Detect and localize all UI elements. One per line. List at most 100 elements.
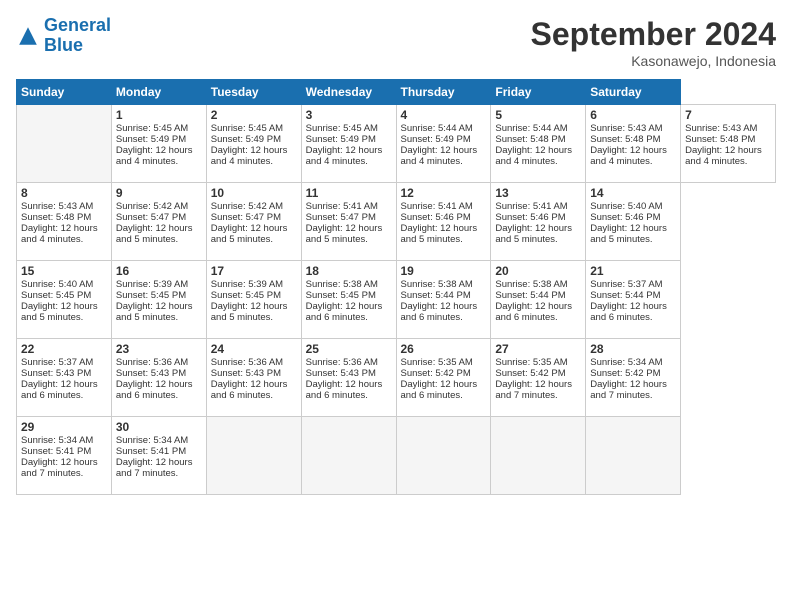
sunset-text: Sunset: 5:48 PM bbox=[495, 134, 565, 145]
daylight-text: Daylight: 12 hours and 7 minutes. bbox=[495, 379, 572, 401]
daylight-text: Daylight: 12 hours and 7 minutes. bbox=[21, 457, 98, 479]
day-number: 3 bbox=[306, 108, 392, 122]
day-number: 5 bbox=[495, 108, 581, 122]
daylight-text: Daylight: 12 hours and 4 minutes. bbox=[211, 145, 288, 167]
calendar-cell: 30Sunrise: 5:34 AMSunset: 5:41 PMDayligh… bbox=[111, 417, 206, 495]
sunset-text: Sunset: 5:43 PM bbox=[21, 368, 91, 379]
month-title: September 2024 bbox=[531, 16, 776, 53]
daylight-text: Daylight: 12 hours and 6 minutes. bbox=[401, 379, 478, 401]
day-number: 8 bbox=[21, 186, 107, 200]
day-number: 2 bbox=[211, 108, 297, 122]
day-number: 24 bbox=[211, 342, 297, 356]
calendar-cell: 5Sunrise: 5:44 AMSunset: 5:48 PMDaylight… bbox=[491, 105, 586, 183]
calendar-cell: 11Sunrise: 5:41 AMSunset: 5:47 PMDayligh… bbox=[301, 183, 396, 261]
sunrise-text: Sunrise: 5:42 AM bbox=[211, 201, 283, 212]
header-monday: Monday bbox=[111, 80, 206, 105]
sunrise-text: Sunrise: 5:38 AM bbox=[401, 279, 473, 290]
sunset-text: Sunset: 5:48 PM bbox=[685, 134, 755, 145]
sunrise-text: Sunrise: 5:34 AM bbox=[116, 435, 188, 446]
daylight-text: Daylight: 12 hours and 6 minutes. bbox=[495, 301, 572, 323]
daylight-text: Daylight: 12 hours and 5 minutes. bbox=[211, 301, 288, 323]
day-number: 6 bbox=[590, 108, 676, 122]
calendar-cell: 21Sunrise: 5:37 AMSunset: 5:44 PMDayligh… bbox=[586, 261, 681, 339]
sunset-text: Sunset: 5:46 PM bbox=[495, 212, 565, 223]
day-number: 17 bbox=[211, 264, 297, 278]
sunrise-text: Sunrise: 5:45 AM bbox=[211, 123, 283, 134]
logo-blue: Blue bbox=[44, 35, 83, 55]
sunrise-text: Sunrise: 5:34 AM bbox=[21, 435, 93, 446]
sunrise-text: Sunrise: 5:36 AM bbox=[306, 357, 378, 368]
day-number: 12 bbox=[401, 186, 487, 200]
sunrise-text: Sunrise: 5:42 AM bbox=[116, 201, 188, 212]
daylight-text: Daylight: 12 hours and 7 minutes. bbox=[590, 379, 667, 401]
sunset-text: Sunset: 5:47 PM bbox=[306, 212, 376, 223]
calendar-cell: 14Sunrise: 5:40 AMSunset: 5:46 PMDayligh… bbox=[586, 183, 681, 261]
daylight-text: Daylight: 12 hours and 6 minutes. bbox=[401, 301, 478, 323]
sunset-text: Sunset: 5:44 PM bbox=[401, 290, 471, 301]
day-number: 23 bbox=[116, 342, 202, 356]
day-number: 11 bbox=[306, 186, 392, 200]
header-tuesday: Tuesday bbox=[206, 80, 301, 105]
sunset-text: Sunset: 5:43 PM bbox=[211, 368, 281, 379]
sunrise-text: Sunrise: 5:39 AM bbox=[211, 279, 283, 290]
week-row-1: 8Sunrise: 5:43 AMSunset: 5:48 PMDaylight… bbox=[17, 183, 776, 261]
day-number: 28 bbox=[590, 342, 676, 356]
calendar-cell: 8Sunrise: 5:43 AMSunset: 5:48 PMDaylight… bbox=[17, 183, 112, 261]
daylight-text: Daylight: 12 hours and 4 minutes. bbox=[495, 145, 572, 167]
sunset-text: Sunset: 5:42 PM bbox=[401, 368, 471, 379]
daylight-text: Daylight: 12 hours and 5 minutes. bbox=[116, 223, 193, 245]
calendar-cell: 24Sunrise: 5:36 AMSunset: 5:43 PMDayligh… bbox=[206, 339, 301, 417]
daylight-text: Daylight: 12 hours and 4 minutes. bbox=[590, 145, 667, 167]
calendar-cell: 26Sunrise: 5:35 AMSunset: 5:42 PMDayligh… bbox=[396, 339, 491, 417]
header-saturday: Saturday bbox=[586, 80, 681, 105]
logo-general: General bbox=[44, 15, 111, 35]
day-number: 1 bbox=[116, 108, 202, 122]
daylight-text: Daylight: 12 hours and 6 minutes. bbox=[306, 379, 383, 401]
sunrise-text: Sunrise: 5:34 AM bbox=[590, 357, 662, 368]
sunrise-text: Sunrise: 5:43 AM bbox=[590, 123, 662, 134]
sunrise-text: Sunrise: 5:36 AM bbox=[116, 357, 188, 368]
week-row-0: 1Sunrise: 5:45 AMSunset: 5:49 PMDaylight… bbox=[17, 105, 776, 183]
daylight-text: Daylight: 12 hours and 4 minutes. bbox=[685, 145, 762, 167]
calendar-cell: 7Sunrise: 5:43 AMSunset: 5:48 PMDaylight… bbox=[681, 105, 776, 183]
sunset-text: Sunset: 5:48 PM bbox=[21, 212, 91, 223]
sunrise-text: Sunrise: 5:40 AM bbox=[21, 279, 93, 290]
calendar-cell bbox=[586, 417, 681, 495]
day-number: 16 bbox=[116, 264, 202, 278]
daylight-text: Daylight: 12 hours and 6 minutes. bbox=[306, 301, 383, 323]
sunset-text: Sunset: 5:45 PM bbox=[116, 290, 186, 301]
daylight-text: Daylight: 12 hours and 5 minutes. bbox=[306, 223, 383, 245]
calendar-cell: 18Sunrise: 5:38 AMSunset: 5:45 PMDayligh… bbox=[301, 261, 396, 339]
sunrise-text: Sunrise: 5:39 AM bbox=[116, 279, 188, 290]
sunrise-text: Sunrise: 5:41 AM bbox=[401, 201, 473, 212]
calendar-cell: 17Sunrise: 5:39 AMSunset: 5:45 PMDayligh… bbox=[206, 261, 301, 339]
sunrise-text: Sunrise: 5:35 AM bbox=[401, 357, 473, 368]
sunset-text: Sunset: 5:49 PM bbox=[211, 134, 281, 145]
daylight-text: Daylight: 12 hours and 4 minutes. bbox=[21, 223, 98, 245]
day-number: 30 bbox=[116, 420, 202, 434]
day-number: 7 bbox=[685, 108, 771, 122]
daylight-text: Daylight: 12 hours and 6 minutes. bbox=[211, 379, 288, 401]
sunset-text: Sunset: 5:45 PM bbox=[306, 290, 376, 301]
sunrise-text: Sunrise: 5:43 AM bbox=[21, 201, 93, 212]
calendar-cell bbox=[396, 417, 491, 495]
sunset-text: Sunset: 5:45 PM bbox=[211, 290, 281, 301]
daylight-text: Daylight: 12 hours and 5 minutes. bbox=[590, 223, 667, 245]
week-row-3: 22Sunrise: 5:37 AMSunset: 5:43 PMDayligh… bbox=[17, 339, 776, 417]
sunset-text: Sunset: 5:49 PM bbox=[116, 134, 186, 145]
sunrise-text: Sunrise: 5:41 AM bbox=[495, 201, 567, 212]
sunset-text: Sunset: 5:44 PM bbox=[495, 290, 565, 301]
week-row-4: 29Sunrise: 5:34 AMSunset: 5:41 PMDayligh… bbox=[17, 417, 776, 495]
daylight-text: Daylight: 12 hours and 5 minutes. bbox=[21, 301, 98, 323]
daylight-text: Daylight: 12 hours and 6 minutes. bbox=[21, 379, 98, 401]
daylight-text: Daylight: 12 hours and 4 minutes. bbox=[306, 145, 383, 167]
day-number: 15 bbox=[21, 264, 107, 278]
calendar-cell bbox=[301, 417, 396, 495]
daylight-text: Daylight: 12 hours and 4 minutes. bbox=[116, 145, 193, 167]
daylight-text: Daylight: 12 hours and 4 minutes. bbox=[401, 145, 478, 167]
calendar-cell: 22Sunrise: 5:37 AMSunset: 5:43 PMDayligh… bbox=[17, 339, 112, 417]
week-row-2: 15Sunrise: 5:40 AMSunset: 5:45 PMDayligh… bbox=[17, 261, 776, 339]
sunset-text: Sunset: 5:49 PM bbox=[306, 134, 376, 145]
sunrise-text: Sunrise: 5:40 AM bbox=[590, 201, 662, 212]
calendar-cell: 6Sunrise: 5:43 AMSunset: 5:48 PMDaylight… bbox=[586, 105, 681, 183]
